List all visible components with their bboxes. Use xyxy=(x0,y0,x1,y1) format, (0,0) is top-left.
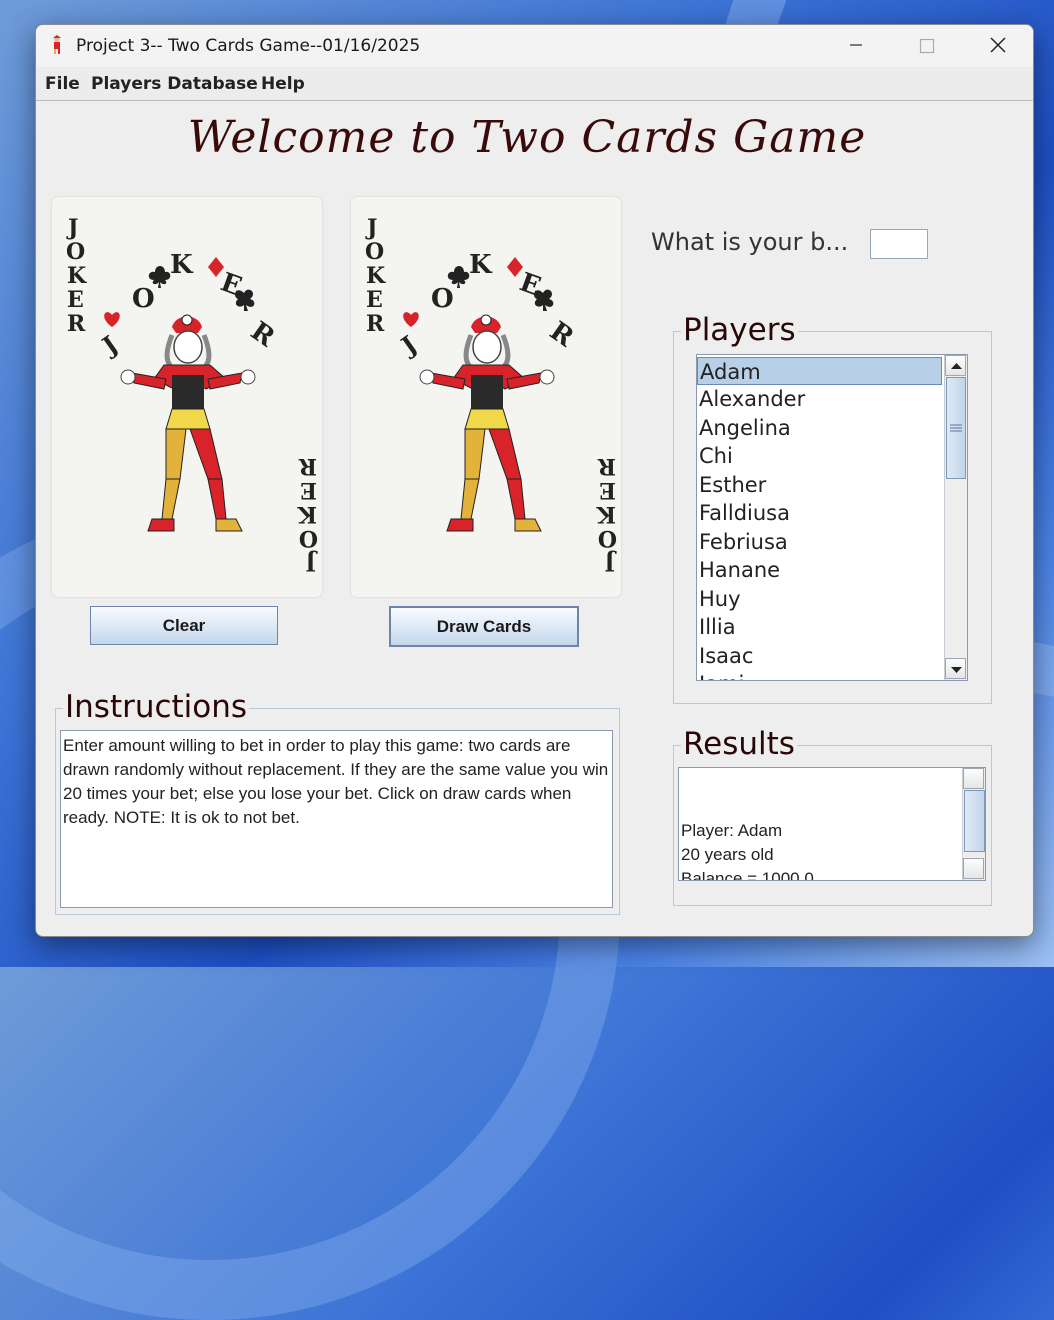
minimize-button[interactable] xyxy=(833,25,879,67)
svg-text:K: K xyxy=(469,250,493,280)
minimize-icon xyxy=(850,44,862,46)
svg-text:J: J xyxy=(605,549,617,575)
close-icon xyxy=(990,37,1006,53)
svg-text:J: J xyxy=(306,549,318,575)
menu-help[interactable]: Help xyxy=(261,74,305,94)
list-item[interactable]: Esther xyxy=(697,471,942,499)
scroll-up-button[interactable] xyxy=(963,768,984,830)
scroll-thumb[interactable] xyxy=(946,377,966,479)
title-bar[interactable]: Project 3-- Two Cards Game--01/16/2025 xyxy=(36,25,1033,67)
instructions-text: Enter amount willing to bet in order to … xyxy=(60,730,613,908)
svg-text:R: R xyxy=(544,316,579,353)
svg-text:K: K xyxy=(297,501,317,527)
maximize-icon xyxy=(919,38,935,54)
list-item[interactable]: Alexander xyxy=(697,385,942,413)
grip-icon xyxy=(950,424,962,432)
instructions-title: Instructions xyxy=(63,689,250,725)
menu-players-database[interactable]: Players Database xyxy=(91,74,258,94)
svg-text:E: E xyxy=(599,477,616,503)
bet-label: What is your b... xyxy=(651,228,849,256)
svg-text:O: O xyxy=(598,525,617,551)
svg-text:R: R xyxy=(597,453,616,479)
results-content: Player: Adam 20 years old Balance = 1000… xyxy=(681,821,814,881)
list-item[interactable]: Hanane xyxy=(697,556,942,584)
list-item[interactable]: Angelina xyxy=(697,414,942,442)
arrow-up-icon xyxy=(951,363,962,369)
svg-text:J: J xyxy=(365,215,377,241)
menu-bar: File Players Database Help xyxy=(36,67,1033,101)
svg-text:O: O xyxy=(365,239,384,265)
card-corner-letter: J xyxy=(66,215,78,241)
list-item[interactable]: Isaac xyxy=(697,642,942,670)
svg-text:E: E xyxy=(366,287,383,313)
scroll-up-button[interactable] xyxy=(945,355,966,376)
list-item[interactable]: Huy xyxy=(697,585,942,613)
arrow-down-icon xyxy=(951,667,962,673)
window-title: Project 3-- Two Cards Game--01/16/2025 xyxy=(76,36,421,56)
menu-file[interactable]: File xyxy=(45,74,80,94)
players-list[interactable]: Adam Alexander Angelina Chi Esther Falld… xyxy=(696,354,968,681)
card-corner-letter: K xyxy=(67,263,87,289)
scroll-down-button[interactable] xyxy=(945,658,966,679)
card-corner-letter: O xyxy=(66,239,85,265)
results-text: Player: Adam 20 years old Balance = 1000… xyxy=(678,767,986,881)
list-item-adam[interactable]: Adam xyxy=(697,357,942,385)
svg-text:R: R xyxy=(298,453,317,479)
svg-text:J: J xyxy=(95,330,123,361)
svg-text:K: K xyxy=(366,263,386,289)
scroll-thumb[interactable] xyxy=(964,790,985,873)
maximize-button[interactable] xyxy=(904,25,950,67)
card-right: J O K E R JOKER J O K E R xyxy=(351,197,621,597)
list-item[interactable]: Febriusa xyxy=(697,528,942,556)
svg-text:R: R xyxy=(366,311,385,337)
joker-card-image: J O K E R JOKER J O K E R xyxy=(365,215,617,575)
results-scrollbar[interactable] xyxy=(962,768,985,880)
svg-text:J: J xyxy=(394,330,422,361)
list-item[interactable]: Jami... xyxy=(697,670,942,680)
welcome-heading: Welcome to Two Cards Game xyxy=(187,112,867,163)
svg-text:R: R xyxy=(245,316,280,353)
close-button[interactable] xyxy=(975,25,1021,67)
svg-text:O: O xyxy=(132,284,155,314)
players-title: Players xyxy=(681,312,798,348)
svg-text:E: E xyxy=(300,477,317,503)
joker-app-icon xyxy=(53,35,61,54)
clear-button[interactable]: Clear xyxy=(90,606,278,645)
results-title: Results xyxy=(681,726,797,762)
players-scrollbar[interactable] xyxy=(944,355,967,680)
svg-text:O: O xyxy=(299,525,318,551)
bet-input[interactable] xyxy=(870,229,928,259)
list-item[interactable]: Falldiusa xyxy=(697,499,942,527)
svg-text:K: K xyxy=(170,250,194,280)
list-item[interactable]: Chi xyxy=(697,442,942,470)
list-item[interactable]: Illia xyxy=(697,613,942,641)
scroll-down-button[interactable] xyxy=(963,858,984,879)
draw-cards-button[interactable]: Draw Cards xyxy=(389,606,579,647)
card-left: J O K E R JOKER J O K E R xyxy=(52,197,322,597)
card-corner-letter: E xyxy=(67,287,84,313)
joker-card-image: J O K E R JOKER J O K E R xyxy=(66,215,318,575)
card-corner-letter: R xyxy=(67,311,86,337)
svg-text:O: O xyxy=(431,284,454,314)
svg-text:K: K xyxy=(596,501,616,527)
